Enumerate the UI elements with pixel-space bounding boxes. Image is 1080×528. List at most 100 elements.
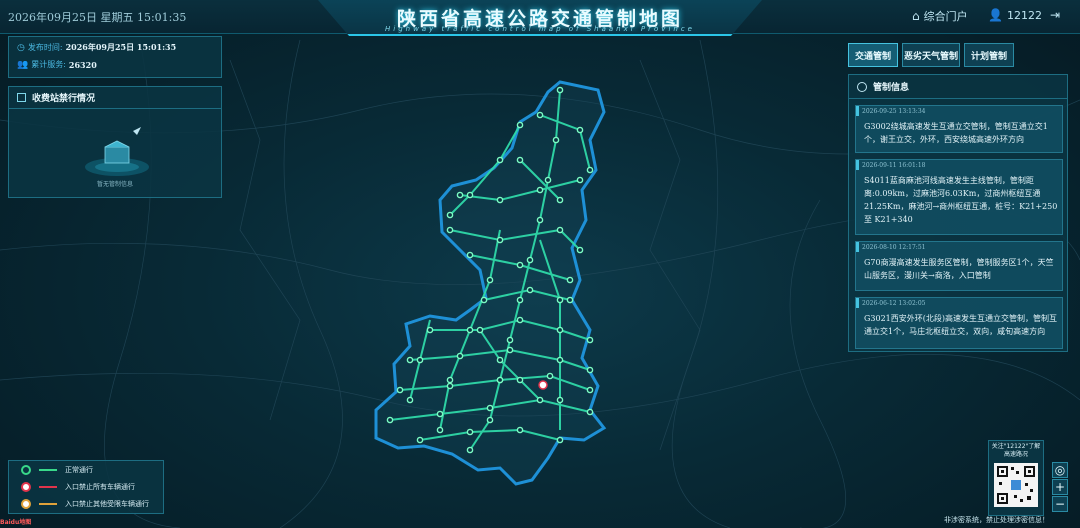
toll-station-node[interactable] bbox=[480, 296, 488, 304]
users-icon: 👥 bbox=[17, 59, 29, 70]
toll-station-node[interactable] bbox=[536, 186, 544, 194]
tab-traffic-control[interactable]: 交通管制 bbox=[848, 43, 898, 67]
toll-station-node[interactable] bbox=[556, 86, 564, 94]
toll-station-node[interactable] bbox=[556, 196, 564, 204]
toll-station-node[interactable] bbox=[526, 256, 534, 264]
toll-station-node[interactable] bbox=[556, 396, 564, 404]
toll-station-node[interactable] bbox=[486, 404, 494, 412]
control-item[interactable]: 2026-08-10 12:17:51 G70商漫高速发生服务区管制，管制服务区… bbox=[855, 241, 1063, 291]
toll-station-node[interactable] bbox=[516, 121, 524, 129]
toll-station-node[interactable] bbox=[496, 356, 504, 364]
control-item-text: G3002绕城高速发生互通立交管制，管制互通立交1个，谢王立交，外环，西安绕城高… bbox=[864, 122, 1048, 144]
toll-station-node[interactable] bbox=[416, 356, 424, 364]
toll-station-node[interactable] bbox=[556, 436, 564, 444]
control-item[interactable]: 2026-09-25 13:13:34 G3002绕城高速发生互通立交管制，管制… bbox=[855, 105, 1063, 153]
toll-station-node[interactable] bbox=[496, 196, 504, 204]
toll-station-node[interactable] bbox=[446, 376, 454, 384]
toll-station-node[interactable] bbox=[576, 176, 584, 184]
toll-station-node[interactable] bbox=[586, 166, 594, 174]
plus-icon: + bbox=[1054, 480, 1066, 494]
toll-station-node[interactable] bbox=[436, 410, 444, 418]
toll-station-node[interactable] bbox=[506, 346, 514, 354]
control-item-text: G3021西安外环(北段)高速发生互通立交管制，管制互通立交1个，马庄北枢纽立交… bbox=[864, 314, 1057, 336]
logout-button[interactable]: ⇥ bbox=[1050, 8, 1060, 22]
toll-station-node[interactable] bbox=[536, 111, 544, 119]
zoom-in-button[interactable]: + bbox=[1052, 479, 1068, 495]
toll-station-node[interactable] bbox=[476, 326, 484, 334]
toll-station-node[interactable] bbox=[546, 372, 554, 380]
toll-station-node[interactable] bbox=[406, 396, 414, 404]
toll-station-node[interactable] bbox=[496, 236, 504, 244]
control-item-time: 2026-08-10 12:17:51 bbox=[862, 244, 926, 251]
publish-row: ◷ 发布时间: 2026年09月25日 15:01:35 bbox=[17, 42, 176, 53]
toll-station-node[interactable] bbox=[536, 216, 544, 224]
toll-station-node[interactable] bbox=[516, 426, 524, 434]
toll-station-node[interactable] bbox=[496, 376, 504, 384]
toll-station-node[interactable] bbox=[506, 336, 514, 344]
toll-station-node[interactable] bbox=[466, 326, 474, 334]
toll-station-node[interactable] bbox=[456, 191, 464, 199]
publish-value: 2026年09月25日 15:01:35 bbox=[65, 42, 177, 52]
item-marker bbox=[856, 242, 859, 252]
toll-station-node[interactable] bbox=[552, 136, 560, 144]
toll-station-node[interactable] bbox=[396, 386, 404, 394]
qr-panel: 关注"12122"了解高速路况 bbox=[988, 440, 1044, 516]
portal-button[interactable]: ⌂ 综合门户 bbox=[912, 8, 968, 24]
toll-station-node[interactable] bbox=[466, 191, 474, 199]
user-button[interactable]: 👤 12122 bbox=[988, 8, 1042, 22]
panel-square-icon bbox=[17, 93, 26, 102]
toll-station-node[interactable] bbox=[586, 336, 594, 344]
toll-station-node[interactable] bbox=[516, 296, 524, 304]
toll-station-node[interactable] bbox=[386, 416, 394, 424]
toll-station-node[interactable] bbox=[486, 416, 494, 424]
toll-station-node[interactable] bbox=[446, 226, 454, 234]
toll-station-node[interactable] bbox=[556, 326, 564, 334]
tab-planned-control[interactable]: 计划管制 bbox=[964, 43, 1014, 67]
zoom-out-button[interactable]: − bbox=[1052, 496, 1068, 512]
toll-station-node[interactable] bbox=[586, 408, 594, 416]
orange-line-swatch bbox=[39, 503, 57, 505]
closed-station-marker[interactable] bbox=[538, 380, 548, 390]
toll-station-node[interactable] bbox=[466, 446, 474, 454]
toll-station-node[interactable] bbox=[566, 296, 574, 304]
toll-station-node[interactable] bbox=[576, 246, 584, 254]
control-panel-header: 管制信息 bbox=[849, 75, 1067, 99]
toll-station-node[interactable] bbox=[556, 226, 564, 234]
toll-station-node[interactable] bbox=[446, 211, 454, 219]
toll-station-node[interactable] bbox=[486, 276, 494, 284]
normal-line-swatch bbox=[39, 469, 57, 471]
toll-station-node[interactable] bbox=[556, 356, 564, 364]
toll-station-node[interactable] bbox=[416, 436, 424, 444]
user-icon: 👤 bbox=[988, 8, 1003, 22]
toll-station-node[interactable] bbox=[426, 326, 434, 334]
toll-station-node[interactable] bbox=[496, 156, 504, 164]
toll-station-node[interactable] bbox=[436, 426, 444, 434]
locate-icon: ◎ bbox=[1054, 463, 1066, 477]
minus-icon: − bbox=[1054, 497, 1066, 511]
toll-station-node[interactable] bbox=[586, 386, 594, 394]
toll-station-node[interactable] bbox=[544, 176, 552, 184]
toll-station-node[interactable] bbox=[516, 261, 524, 269]
toll-station-node[interactable] bbox=[466, 251, 474, 259]
toll-station-node[interactable] bbox=[466, 428, 474, 436]
control-item[interactable]: 2026-09-11 16:01:18 S4011蓝商麻池河线高速发生主线管制，… bbox=[855, 159, 1063, 235]
toll-station-node[interactable] bbox=[586, 366, 594, 374]
toll-station-node[interactable] bbox=[526, 286, 534, 294]
toll-station-node[interactable] bbox=[516, 376, 524, 384]
toll-station-node[interactable] bbox=[516, 156, 524, 164]
legend-label: 入口禁止所有车辆通行 bbox=[65, 483, 135, 491]
toll-station-node[interactable] bbox=[446, 382, 454, 390]
legend-label: 入口禁止其他受限车辆通行 bbox=[65, 500, 149, 508]
toll-station-node[interactable] bbox=[456, 352, 464, 360]
toll-station-node[interactable] bbox=[516, 316, 524, 324]
control-item[interactable]: 2026-06-12 13:02:05 G3021西安外环(北段)高速发生互通立… bbox=[855, 297, 1063, 349]
toll-station-node[interactable] bbox=[576, 126, 584, 134]
toll-station-node[interactable] bbox=[536, 396, 544, 404]
item-marker bbox=[856, 298, 859, 308]
toll-station-node[interactable] bbox=[406, 356, 414, 364]
tab-weather-control[interactable]: 恶劣天气管制 bbox=[902, 43, 960, 67]
locate-button[interactable]: ◎ bbox=[1052, 462, 1068, 478]
toll-station-node[interactable] bbox=[566, 276, 574, 284]
toll-station-node[interactable] bbox=[556, 296, 564, 304]
control-item-time: 2026-06-12 13:02:05 bbox=[862, 300, 926, 307]
